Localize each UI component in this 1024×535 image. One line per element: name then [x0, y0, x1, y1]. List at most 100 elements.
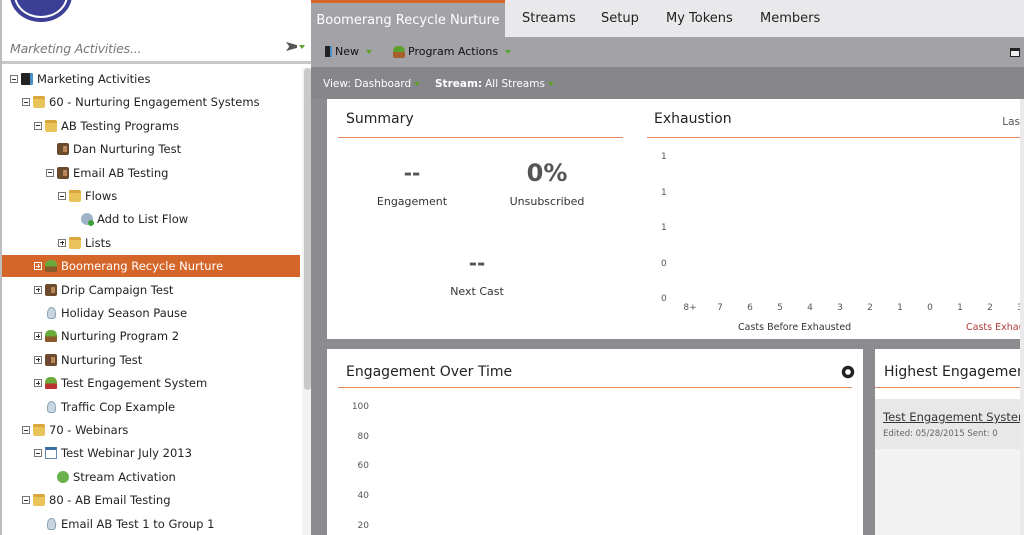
- gear-icon[interactable]: [840, 364, 856, 380]
- x-tick-label: 2: [867, 303, 873, 313]
- tree-item[interactable]: 70 - Webinars: [2, 419, 300, 441]
- smart-campaign-icon: [47, 517, 56, 530]
- collapse-icon[interactable]: [22, 98, 30, 107]
- tree-item-label: Holiday Season Pause: [61, 306, 188, 320]
- collapse-icon[interactable]: [58, 192, 66, 200]
- tree-item-label: Email AB Testing: [73, 165, 169, 180]
- stream-value: All Streams: [485, 78, 545, 90]
- tree-item-label: Nurturing Test: [61, 352, 143, 367]
- engagement-label: Engagement: [376, 195, 448, 208]
- filter-button[interactable]: [286, 42, 305, 51]
- x-tick-label: 1: [957, 303, 963, 313]
- toolbar: New Program Actions: [311, 37, 1024, 68]
- new-icon: [325, 46, 332, 57]
- expand-icon[interactable]: [34, 262, 42, 271]
- y-tick-label: 1: [661, 187, 667, 198]
- content-link[interactable]: Test Engagement System.0: [883, 410, 1024, 424]
- collapse-icon[interactable]: [34, 121, 42, 130]
- expand-icon[interactable]: [34, 332, 42, 341]
- tree-item[interactable]: 80 - AB Email Testing: [2, 489, 300, 511]
- engagement-over-time-panel: Engagement Over Time 100 80 60 40 20: [327, 349, 863, 535]
- tree-search[interactable]: Marketing Activities...: [2, 37, 311, 64]
- content-scroll-edge: [1020, 99, 1024, 535]
- tree-item-label: Dan Nurturing Test: [73, 142, 182, 157]
- folder-icon: [33, 494, 45, 507]
- tree-search-input[interactable]: Marketing Activities...: [10, 41, 141, 56]
- view-dropdown[interactable]: View: Dashboard: [323, 78, 421, 90]
- new-label: New: [335, 45, 359, 58]
- highest-engagement-panel: Highest Engagement Test Engagement Syste…: [875, 349, 1024, 535]
- dropdown-arrow-icon: [547, 82, 554, 86]
- tree-item[interactable]: Boomerang Recycle Nurture: [2, 255, 300, 278]
- tree-item[interactable]: Nurturing Program 2: [2, 325, 300, 347]
- tree-item[interactable]: Add to List Flow: [2, 208, 300, 230]
- x-axis-label: Casts Before Exhausted: [738, 322, 852, 333]
- tree-item-label: Marketing Activities: [37, 72, 151, 86]
- nurture-program-red-icon: [45, 377, 57, 390]
- tree-item-label: Test Engagement System: [61, 376, 208, 391]
- collapse-icon[interactable]: [10, 75, 18, 83]
- collapse-icon[interactable]: [34, 449, 42, 458]
- program-icon: [45, 283, 57, 296]
- tab-program[interactable]: Boomerang Recycle Nurture: [311, 0, 505, 37]
- smart-campaign-icon: [47, 307, 56, 319]
- filter-icon: [286, 42, 297, 51]
- x-tick-label: 1: [897, 303, 903, 313]
- program-actions-button[interactable]: Program Actions: [393, 45, 512, 58]
- tab-my-tokens[interactable]: My Tokens: [666, 0, 733, 37]
- nurture-program-icon: [45, 330, 57, 343]
- x-tick-label: 6: [747, 303, 753, 313]
- tree-item[interactable]: Marketing Activities: [2, 68, 300, 90]
- tab-setup[interactable]: Setup: [601, 0, 639, 37]
- x-tick-label: 3: [837, 303, 843, 313]
- y-tick-label: 20: [357, 520, 369, 531]
- expand-icon[interactable]: [58, 238, 66, 247]
- view-label: View: Dashboard: [323, 78, 412, 90]
- program-actions-icon: [393, 45, 405, 58]
- brand-logo[interactable]: [10, 0, 72, 22]
- tree-item[interactable]: Traffic Cop Example: [2, 396, 300, 418]
- expand-icon[interactable]: [34, 355, 42, 364]
- collapse-icon[interactable]: [46, 168, 54, 177]
- tree-item-label: Test Webinar July 2013: [61, 446, 192, 461]
- stream-dropdown[interactable]: Stream: All Streams: [435, 78, 554, 90]
- tree-item-label: Add to List Flow: [97, 212, 189, 227]
- collapse-icon[interactable]: [22, 496, 30, 505]
- folder-icon: [45, 119, 57, 132]
- tree-item[interactable]: Nurturing Test: [2, 349, 300, 371]
- stream-icon: [57, 470, 69, 483]
- view-bar: View: Dashboard Stream: All Streams: [311, 68, 1024, 99]
- tree-item[interactable]: Stream Activation: [2, 466, 300, 488]
- new-button[interactable]: New: [325, 45, 372, 58]
- tab-streams[interactable]: Streams: [522, 0, 576, 37]
- tree-item[interactable]: Lists: [2, 232, 300, 254]
- expand-icon[interactable]: [34, 285, 42, 294]
- tab-label: Members: [760, 11, 821, 26]
- tree-item-label: Drip Campaign Test: [61, 282, 174, 297]
- tree-item-label: Lists: [85, 235, 112, 250]
- tree-item[interactable]: Email AB Testing: [2, 162, 300, 184]
- tree-item[interactable]: Dan Nurturing Test: [2, 138, 300, 160]
- tree-item[interactable]: AB Testing Programs: [2, 115, 300, 137]
- maximize-icon[interactable]: [1010, 48, 1020, 57]
- tree-item[interactable]: Holiday Season Pause: [2, 302, 300, 324]
- collapse-icon[interactable]: [22, 426, 30, 434]
- x-tick-label: 2: [987, 303, 993, 313]
- tree-scrollbar-thumb[interactable]: [304, 68, 311, 390]
- expand-icon[interactable]: [34, 379, 42, 388]
- list-item[interactable]: Test Engagement System.0 Edited: 05/28/2…: [875, 399, 1024, 449]
- folder-icon: [33, 96, 45, 109]
- dropdown-arrow-icon: [505, 49, 512, 54]
- tab-members[interactable]: Members: [760, 0, 820, 37]
- exhaustion-panel: Exhaustion Las 111008+76543210123Casts B…: [645, 99, 1024, 339]
- folder-icon: [69, 236, 81, 249]
- divider: [338, 387, 852, 388]
- tree-item[interactable]: 60 - Nurturing Engagement Systems: [2, 91, 300, 113]
- x-tick-label: 0: [927, 303, 933, 313]
- tree-item[interactable]: Drip Campaign Test: [2, 279, 300, 301]
- content-meta: Edited: 05/28/2015 Sent: 0: [883, 429, 998, 439]
- tree-item[interactable]: Email AB Test 1 to Group 1: [2, 513, 300, 535]
- tree-item[interactable]: Test Engagement System: [2, 372, 300, 394]
- tree-item[interactable]: Flows: [2, 185, 300, 207]
- tree-item[interactable]: Test Webinar July 2013: [2, 442, 300, 464]
